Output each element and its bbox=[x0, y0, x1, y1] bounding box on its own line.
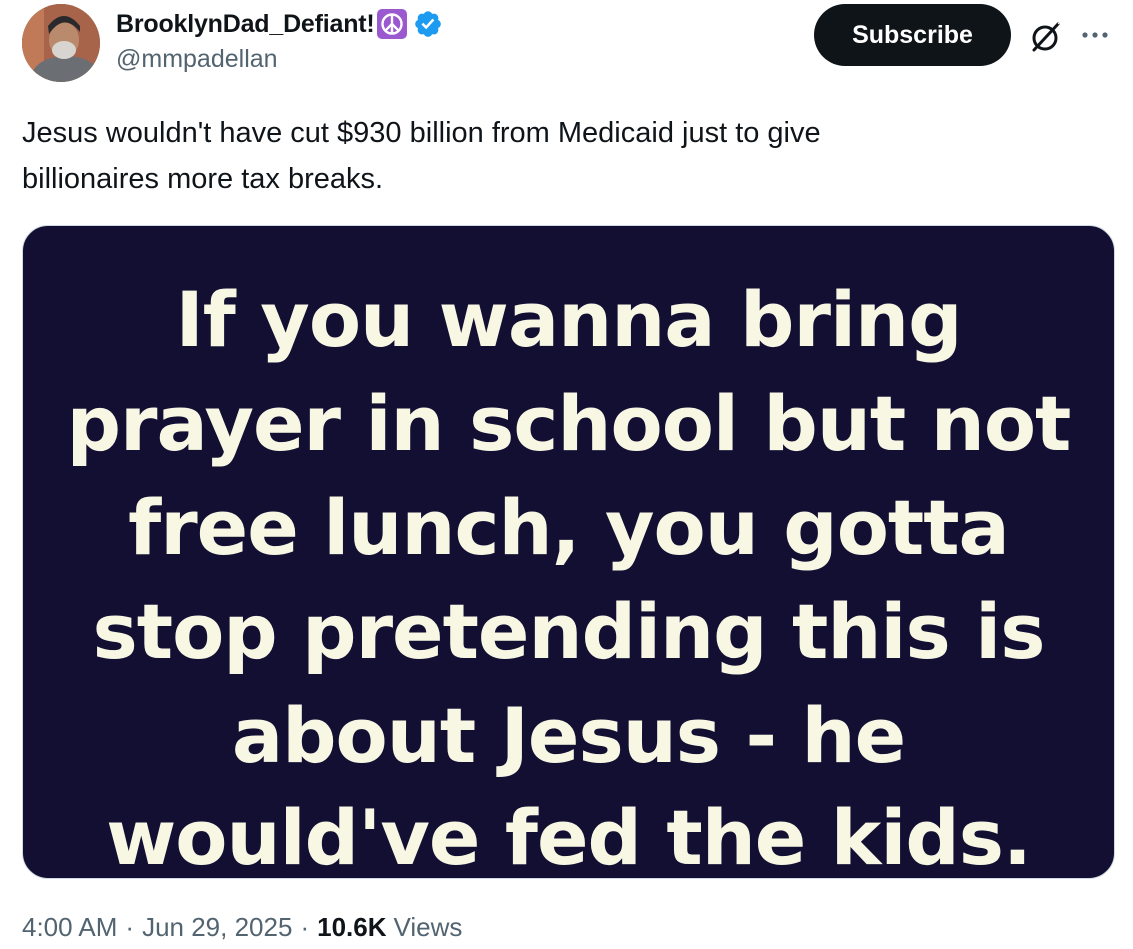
tweet-media-image[interactable]: If you wanna bring prayer in school but … bbox=[22, 225, 1115, 879]
meta-separator: · bbox=[125, 912, 135, 942]
meme-text-line: would've fed the kids. bbox=[106, 793, 1032, 879]
tweet-meta: 4:00 AM · Jun 29, 2025 · 10.6K Views bbox=[22, 912, 462, 943]
meme-text-line: If you wanna bring bbox=[175, 275, 962, 364]
tweet-time[interactable]: 4:00 AM bbox=[22, 912, 117, 943]
grok-icon[interactable] bbox=[1025, 17, 1065, 57]
views-label[interactable]: Views bbox=[394, 912, 463, 943]
meme-text-line: stop pretending this is bbox=[92, 587, 1046, 676]
peace-symbol-icon bbox=[376, 9, 407, 39]
views-count[interactable]: 10.6K bbox=[317, 912, 386, 943]
display-name[interactable]: BrooklynDad_Defiant! bbox=[116, 10, 375, 39]
avatar[interactable] bbox=[22, 4, 100, 82]
tweet-date[interactable]: Jun 29, 2025 bbox=[142, 912, 292, 943]
more-horizontal-icon[interactable] bbox=[1078, 22, 1112, 48]
subscribe-button[interactable]: Subscribe bbox=[814, 4, 1011, 66]
meme-text-line: free lunch, you gotta bbox=[128, 483, 1010, 572]
name-row: BrooklynDad_Defiant! bbox=[116, 6, 443, 42]
meme-text-line: about Jesus - he bbox=[231, 691, 906, 780]
meme-text-line: prayer in school but not bbox=[66, 379, 1072, 468]
author-block: BrooklynDad_Defiant! @mmpadellan bbox=[116, 6, 443, 74]
handle[interactable]: @mmpadellan bbox=[116, 45, 443, 74]
meta-separator: · bbox=[300, 912, 310, 942]
tweet-text: Jesus wouldn't have cut $930 billion fro… bbox=[22, 117, 821, 195]
verified-badge-icon[interactable] bbox=[413, 9, 443, 39]
tweet: BrooklynDad_Defiant! @mmpadellan Subscri… bbox=[0, 0, 1133, 949]
